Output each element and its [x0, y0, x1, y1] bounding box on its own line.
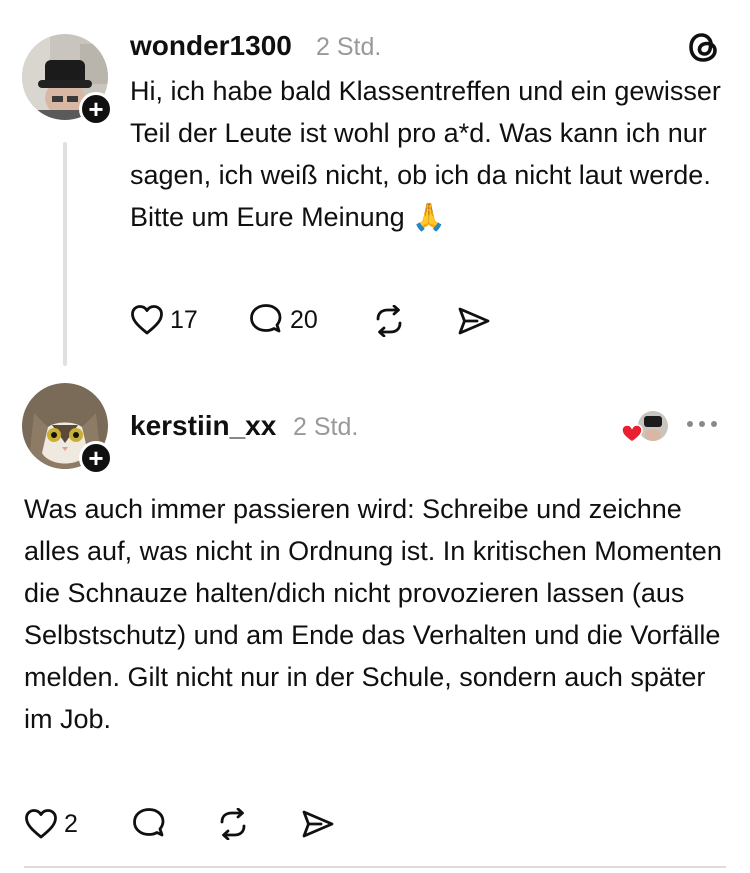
share-button[interactable]: [301, 809, 335, 839]
plus-icon: +: [88, 94, 104, 124]
repost-arrows-icon: [220, 808, 246, 840]
follow-button-kerstiin_xx[interactable]: +: [79, 441, 113, 475]
heart-icon: [131, 305, 163, 335]
send-icon: [302, 810, 334, 838]
username-wonder1300[interactable]: wonder1300: [130, 30, 292, 62]
post-body-text: Hi, ich habe bald Klassentreffen und ein…: [130, 76, 721, 232]
follow-button-wonder1300[interactable]: +: [79, 92, 113, 126]
speech-bubble-icon: [133, 808, 165, 837]
like-count: 2: [64, 809, 78, 838]
speech-bubble-icon: [250, 304, 282, 333]
post-time: 2 Std.: [293, 413, 359, 441]
send-icon: [458, 307, 490, 335]
reply-button[interactable]: 20: [248, 303, 318, 337]
ellipsis-icon[interactable]: [684, 417, 720, 429]
repost-button[interactable]: [216, 808, 250, 840]
heart-icon: [25, 809, 57, 839]
like-button[interactable]: 2: [24, 808, 78, 840]
plus-icon: +: [88, 443, 104, 473]
threads-logo-icon[interactable]: [686, 29, 722, 65]
repost-arrows-icon: [376, 305, 402, 337]
like-button[interactable]: 17: [130, 304, 198, 336]
reply-button[interactable]: [131, 807, 167, 841]
post-divider: [24, 866, 726, 868]
heart-icon: [621, 424, 643, 443]
repost-button[interactable]: [372, 305, 406, 337]
liked-by-author-indicator: [620, 408, 670, 448]
reply-count: 20: [290, 305, 318, 334]
username-kerstiin_xx[interactable]: kerstiin_xx: [130, 410, 276, 442]
thread-connector-line: [63, 142, 67, 366]
post-time: 2 Std.: [316, 33, 382, 61]
share-button[interactable]: [457, 306, 491, 336]
like-count: 17: [170, 305, 198, 334]
reply-body-text: Was auch immer passieren wird: Schreibe …: [24, 494, 722, 734]
